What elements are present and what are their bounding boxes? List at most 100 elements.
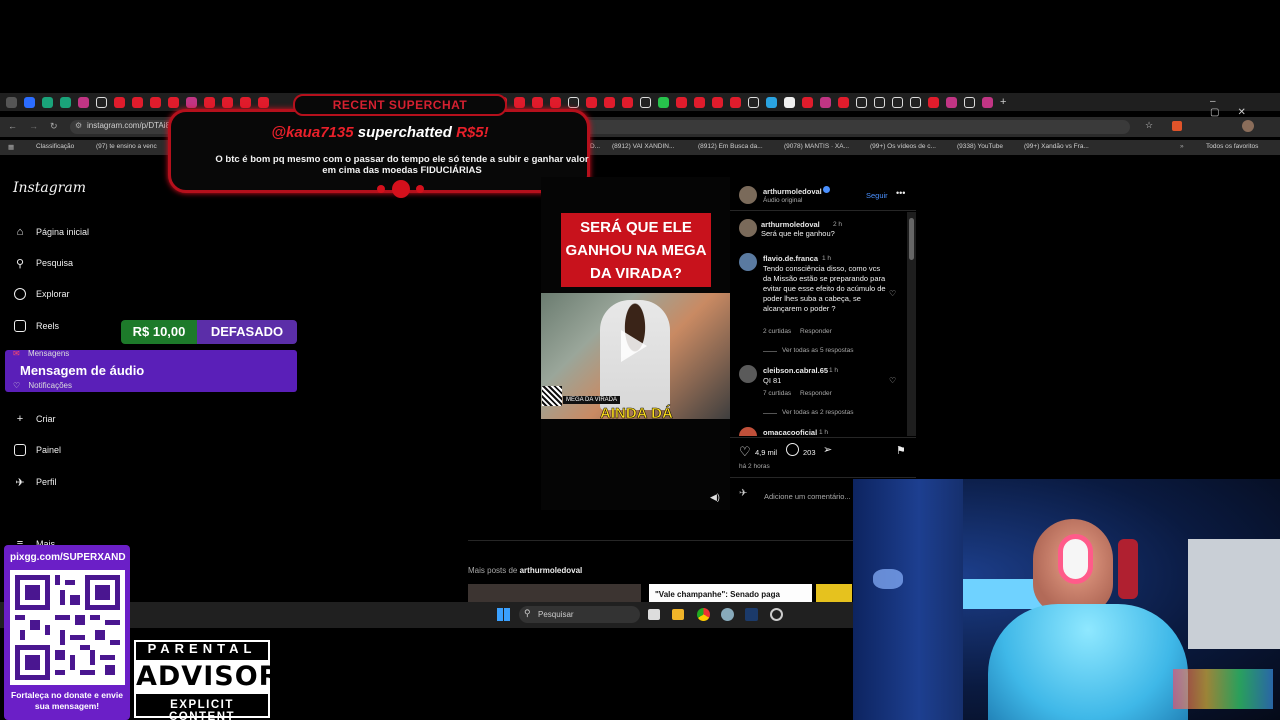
url-text[interactable]: instagram.com/p/DTAi8 bbox=[87, 121, 170, 130]
reply-link[interactable]: Responder bbox=[800, 390, 832, 397]
settings-gear-icon[interactable] bbox=[721, 608, 734, 621]
tiktok-tab-icon[interactable] bbox=[96, 96, 107, 108]
file-explorer-icon[interactable] bbox=[672, 609, 684, 620]
youtube-tab-icon[interactable] bbox=[838, 96, 849, 108]
comment-avatar[interactable] bbox=[739, 219, 757, 237]
follow-button[interactable]: Seguir bbox=[866, 191, 888, 200]
comment-avatar[interactable] bbox=[739, 365, 757, 383]
bookmark-item[interactable]: (97) te ensino a venc bbox=[96, 143, 157, 150]
nav-create[interactable]: + Criar bbox=[13, 410, 56, 428]
google-tab-icon[interactable] bbox=[784, 96, 795, 108]
youtube-tab-icon[interactable] bbox=[802, 96, 813, 108]
tiktok-tab-icon[interactable] bbox=[910, 96, 921, 108]
chevron-right-icon[interactable]: » bbox=[1180, 143, 1184, 150]
bookmark-item[interactable]: D... bbox=[590, 143, 600, 150]
instagram-tab-icon[interactable] bbox=[982, 96, 993, 108]
comment-likes[interactable]: 2 curtidas bbox=[763, 328, 791, 335]
more-options-icon[interactable]: ••• bbox=[896, 188, 905, 198]
nav-search[interactable]: ⚲ Pesquisa bbox=[13, 254, 73, 272]
youtube-tab-icon[interactable] bbox=[622, 96, 633, 108]
telegram-tab-icon[interactable] bbox=[766, 96, 777, 108]
tab-list-icon[interactable] bbox=[6, 96, 17, 108]
bookmark-item[interactable]: (9338) YouTube bbox=[957, 143, 1003, 150]
instagram-logo[interactable]: Instagram bbox=[13, 180, 86, 196]
comment-user[interactable]: cleibson.cabral.65 bbox=[763, 366, 828, 375]
tiktok-tab-icon[interactable] bbox=[874, 96, 885, 108]
back-icon[interactable]: ← bbox=[8, 121, 17, 131]
instagram-tab-icon[interactable] bbox=[946, 96, 957, 108]
play-icon[interactable] bbox=[621, 330, 647, 362]
view-replies-link[interactable]: Ver todas as 5 respostas bbox=[782, 347, 854, 354]
youtube-tab-icon[interactable] bbox=[928, 96, 939, 108]
bookmark-item[interactable]: (99+) Xandão vs Fra... bbox=[1024, 143, 1089, 150]
youtube-tab-icon[interactable] bbox=[676, 96, 687, 108]
post-thumbnail[interactable]: "Vale champanhe": Senado paga bbox=[649, 584, 812, 602]
tab-favicon-icon[interactable] bbox=[42, 96, 53, 108]
nav-home[interactable]: ⌂ Página inicial bbox=[13, 223, 89, 241]
apps-icon[interactable]: ▦ bbox=[8, 143, 14, 151]
youtube-tab-icon[interactable] bbox=[550, 96, 561, 108]
youtube-tab-icon[interactable] bbox=[168, 96, 179, 108]
like-comment-heart-icon[interactable]: ♡ bbox=[889, 376, 896, 385]
comment-avatar[interactable] bbox=[739, 427, 757, 436]
youtube-tab-icon[interactable] bbox=[204, 96, 215, 108]
reply-link[interactable]: Responder bbox=[800, 328, 832, 335]
obs-icon[interactable] bbox=[770, 608, 783, 621]
share-icon[interactable]: ➢ bbox=[823, 443, 832, 456]
tiktok-tab-icon[interactable] bbox=[748, 96, 759, 108]
nav-explore[interactable]: Explorar bbox=[13, 285, 70, 303]
close-icon[interactable] bbox=[78, 96, 89, 108]
youtube-tab-icon[interactable] bbox=[240, 96, 251, 108]
tiktok-tab-icon[interactable] bbox=[640, 96, 651, 108]
comment-avatar[interactable] bbox=[739, 253, 757, 271]
nav-dashboard[interactable]: Painel bbox=[13, 441, 61, 459]
tab-favicon-icon[interactable] bbox=[24, 96, 35, 108]
tiktok-tab-icon[interactable] bbox=[892, 96, 903, 108]
kick-tab-icon[interactable] bbox=[658, 96, 669, 108]
like-comment-heart-icon[interactable]: ♡ bbox=[889, 289, 896, 298]
youtube-tab-icon[interactable] bbox=[132, 96, 143, 108]
comment-user[interactable]: omacacooficial bbox=[763, 428, 817, 437]
youtube-tab-icon[interactable] bbox=[586, 96, 597, 108]
youtube-tab-icon[interactable] bbox=[694, 96, 705, 108]
youtube-tab-icon[interactable] bbox=[114, 96, 125, 108]
window-controls[interactable]: –▢✕ bbox=[1210, 96, 1280, 118]
youtube-tab-icon[interactable] bbox=[730, 96, 741, 108]
bookmark-item[interactable]: (8912) VAI XANDIN... bbox=[612, 143, 674, 150]
youtube-tab-icon[interactable] bbox=[532, 96, 543, 108]
audio-label[interactable]: Áudio original bbox=[763, 197, 802, 204]
like-heart-icon[interactable]: ♡ bbox=[739, 444, 751, 460]
comment-likes[interactable]: 7 curtidas bbox=[763, 390, 791, 397]
comment-user[interactable]: flavio.de.franca bbox=[763, 254, 818, 263]
nav-profile[interactable]: ✈ Perfil bbox=[13, 473, 56, 491]
reload-icon[interactable]: ↻ bbox=[50, 121, 58, 132]
task-view-icon[interactable] bbox=[648, 609, 660, 620]
nav-reels[interactable]: Reels bbox=[13, 317, 59, 335]
post-thumbnail[interactable] bbox=[468, 584, 641, 602]
youtube-tab-icon[interactable] bbox=[258, 96, 269, 108]
tiktok-tab-icon[interactable] bbox=[856, 96, 867, 108]
post-thumbnail[interactable] bbox=[816, 584, 852, 602]
bookmark-star-icon[interactable]: ☆ bbox=[1145, 120, 1153, 131]
author-avatar[interactable] bbox=[739, 186, 757, 204]
likes-count[interactable]: 4,9 mil bbox=[755, 448, 777, 458]
more-posts-user[interactable]: arthurmoledoval bbox=[520, 566, 583, 575]
taskbar-search-input[interactable]: ⚲ Pesquisar bbox=[519, 606, 640, 623]
youtube-tab-icon[interactable] bbox=[150, 96, 161, 108]
youtube-tab-icon[interactable] bbox=[514, 96, 525, 108]
instagram-tab-icon[interactable] bbox=[186, 96, 197, 108]
nav-notifications[interactable]: ♡ Notificações bbox=[13, 381, 72, 390]
tab-favicon-icon[interactable] bbox=[60, 96, 71, 108]
add-comment-input[interactable]: Adicione um comentário... bbox=[764, 492, 851, 501]
new-tab-icon[interactable]: + bbox=[1000, 96, 1011, 108]
site-info-icon[interactable]: ⚙ bbox=[75, 121, 82, 130]
youtube-tab-icon[interactable] bbox=[712, 96, 723, 108]
bookmark-item[interactable]: (8912) Em Busca da... bbox=[698, 143, 763, 150]
bookmark-item[interactable]: Classificação bbox=[36, 143, 74, 150]
comment-icon[interactable] bbox=[786, 443, 799, 456]
save-bookmark-icon[interactable]: ⚑ bbox=[896, 444, 906, 457]
tiktok-tab-icon[interactable] bbox=[964, 96, 975, 108]
post-author[interactable]: arthurmoledoval bbox=[763, 187, 822, 196]
comments-scroll-thumb[interactable] bbox=[909, 218, 914, 260]
youtube-tab-icon[interactable] bbox=[222, 96, 233, 108]
